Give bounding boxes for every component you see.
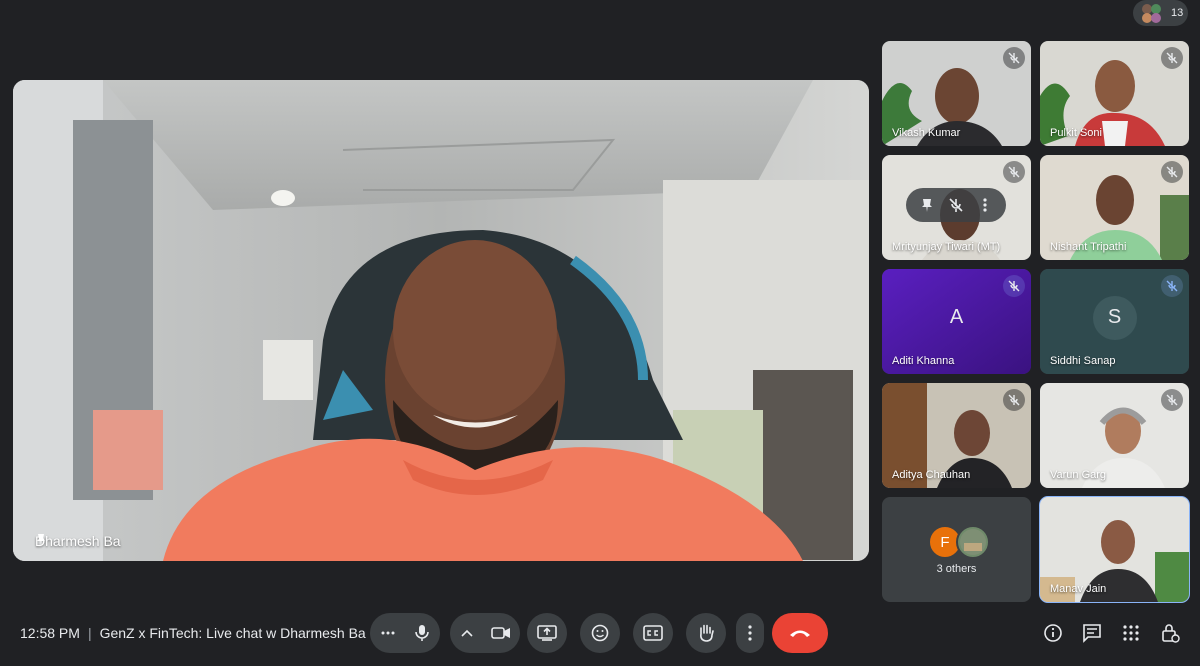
participant-avatars-icon [1142,4,1161,23]
host-controls-icon [1162,624,1180,643]
muted-mic-icon [1003,275,1025,297]
others-avatars: F [928,525,990,559]
muted-mic-icon [1161,389,1183,411]
participant-name: Varun Garg [1050,469,1107,481]
muted-mic-icon [1003,389,1025,411]
raise-hand-icon [700,624,714,642]
participant-tile[interactable]: Aditya Chauhan [882,383,1031,488]
participant-tile[interactable]: A Aditi Khanna [882,269,1031,374]
bottom-toolbar: 12:58 PM | GenZ x FinTech: Live chat w Dha… [0,610,1200,656]
avatar [956,525,990,559]
activities-button[interactable] [1119,621,1143,645]
microphone-button[interactable] [404,613,440,653]
tile-hover-controls [906,188,1006,222]
participant-name: Siddhi Sanap [1050,355,1116,367]
camera-options-button[interactable] [450,613,484,653]
others-tile[interactable]: F 3 others [882,497,1031,602]
participant-tile[interactable]: Vikash Kumar [882,41,1031,146]
participant-tile[interactable]: S Siddhi Sanap [1040,269,1189,374]
avatar: A [949,306,964,328]
captions-button[interactable] [633,613,673,653]
leave-call-button[interactable] [772,613,828,653]
participant-name: Pulkit Soni [1050,127,1102,139]
participant-name: Nishant Tripathi [1050,241,1127,253]
camera-icon [491,627,510,639]
avatar-photo-icon [960,529,986,555]
participant-count: 13 [1171,7,1184,19]
participant-name: Manav Jain [1050,583,1107,595]
more-vert-icon[interactable] [977,197,993,213]
host-controls-button[interactable] [1158,621,1182,645]
muted-mic-icon [1161,161,1183,183]
more-options-icon [381,631,395,635]
main-speaker-name: Dharmesh Ba [35,533,121,549]
more-vert-icon [748,625,752,641]
activities-icon [1123,625,1139,641]
present-screen-button[interactable] [527,613,567,653]
muted-mic-icon [1161,275,1183,297]
raise-hand-button[interactable] [686,613,726,653]
mic-control-group [370,613,440,653]
participant-tile[interactable]: Nishant Tripathi [1040,155,1189,260]
chat-button[interactable] [1080,621,1104,645]
meeting-title: GenZ x FinTech: Live chat w Dharmesh Ba [99,625,366,641]
chevron-up-icon [461,629,473,637]
participant-tile[interactable]: Varun Garg [1040,383,1189,488]
separator: | [87,625,92,641]
camera-control-group [450,613,520,653]
participant-name: Vikash Kumar [892,127,961,139]
more-options-vertical-button[interactable] [736,613,764,653]
meeting-info: 12:58 PM | GenZ x FinTech: Live chat w Dha… [20,625,366,641]
participant-tile[interactable]: Mrityunjay Tiwari (MT) [882,155,1031,260]
muted-mic-icon [1003,47,1025,69]
others-label: 3 others [936,563,977,575]
main-speaker-video[interactable]: Dharmesh Ba [13,80,869,561]
participant-name: Mrityunjay Tiwari (MT) [892,241,1001,253]
avatar: S [1092,295,1137,340]
info-icon [1044,624,1062,642]
reactions-button[interactable] [580,613,620,653]
self-view-tile[interactable]: Manav Jain [1039,496,1190,603]
camera-button[interactable] [482,613,520,653]
participant-name: Aditi Khanna [892,355,955,367]
captions-icon [643,625,663,641]
meeting-details-button[interactable] [1041,621,1065,645]
participant-name: Aditya Chauhan [892,469,971,481]
pin-icon[interactable] [35,533,47,547]
microphone-icon [415,625,429,641]
emoji-icon [591,624,609,642]
participant-count-badge[interactable]: 13 [1133,0,1188,26]
muted-mic-icon [1161,47,1183,69]
present-screen-icon [537,625,557,641]
muted-mic-icon [1003,161,1025,183]
end-call-icon [790,630,810,637]
main-speaker-name-label: Dharmesh Ba [35,533,121,549]
pin-icon[interactable] [919,197,935,213]
more-options-button[interactable] [370,613,406,653]
chat-icon [1083,624,1101,643]
clock-time: 12:58 PM [20,625,80,641]
speaker-video-frame [13,80,869,561]
mute-participant-icon[interactable] [948,197,964,213]
participant-tile[interactable]: Pulkit Soni [1040,41,1189,146]
